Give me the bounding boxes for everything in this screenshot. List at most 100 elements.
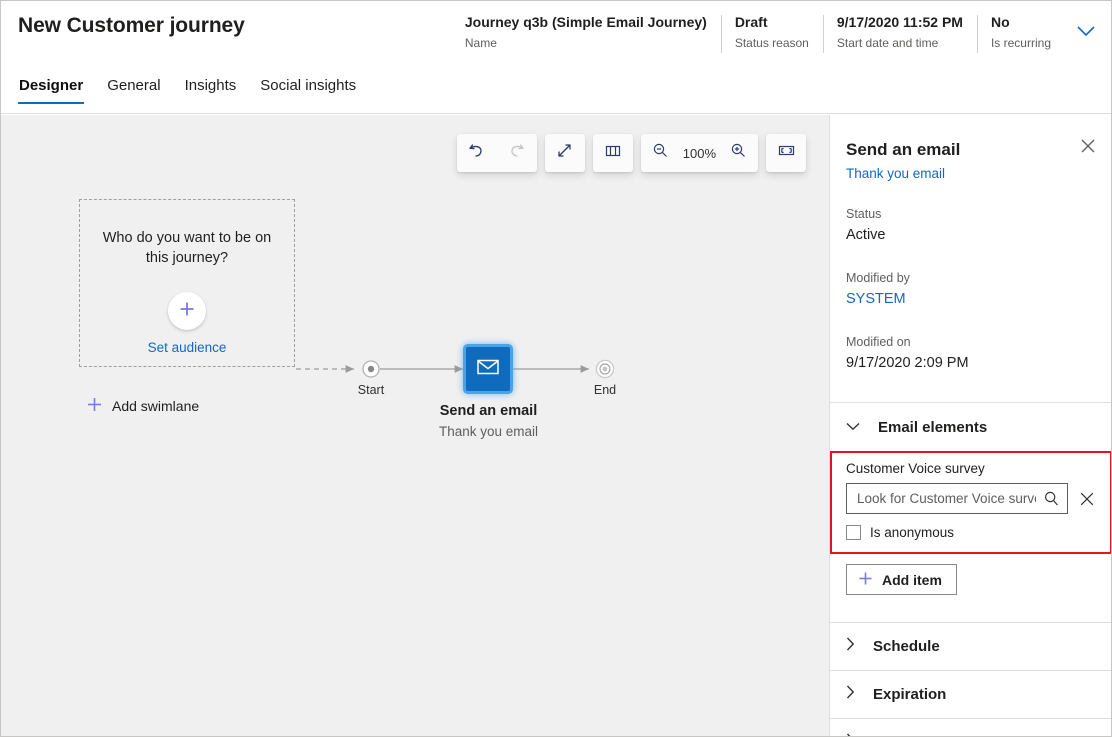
journey-canvas[interactable]: 100% Who do you want to be on this journ…	[1, 115, 830, 736]
toolbar-group-map	[592, 134, 633, 172]
body-area: 100% Who do you want to be on this journ…	[1, 115, 1111, 736]
accordion-expiration-title: Expiration	[873, 686, 947, 703]
send-email-tile-title: Send an email	[439, 403, 538, 419]
customer-voice-survey-label: Customer Voice survey	[846, 461, 985, 476]
accordion-schedule[interactable]: Schedule	[830, 623, 1111, 671]
toolbar-group-history	[456, 134, 537, 172]
start-node-label: Start	[357, 383, 385, 397]
set-audience-link[interactable]: Set audience	[80, 340, 294, 355]
header-field-status-reason-label: Status reason	[734, 36, 809, 50]
redo-icon	[507, 141, 526, 165]
accordion-email-elements[interactable]: Email elements	[830, 403, 1111, 451]
plus-icon	[177, 299, 197, 324]
page-title: New Customer journey	[18, 14, 245, 37]
map-button[interactable]	[593, 134, 633, 172]
panel-field-modified-on-label: Modified on	[846, 335, 911, 349]
panel-field-modified-by-value[interactable]: SYSTEM	[846, 288, 1096, 311]
panel-field-modified-on-value: 9/17/2020 2:09 PM	[846, 355, 969, 371]
panel-field-status-label: Status	[846, 207, 882, 221]
toolbar-group-fit	[766, 134, 806, 172]
audience-swimlane[interactable]: Who do you want to be on this journey? S…	[79, 199, 295, 367]
zoom-in-button[interactable]	[718, 134, 758, 172]
header-field-name: Journey q3b (Simple Email Journey) Name	[451, 13, 721, 52]
customer-voice-survey-row	[846, 483, 1098, 514]
undo-button[interactable]	[457, 134, 497, 172]
chevron-right-icon	[846, 685, 855, 704]
set-audience-add-button[interactable]	[168, 292, 206, 330]
panel-title: Send an email	[846, 140, 961, 159]
is-anonymous-label: Is anonymous	[870, 525, 955, 540]
plus-icon	[858, 571, 873, 589]
app-header: New Customer journey Journey q3b (Simple…	[1, 1, 1111, 114]
accordion-expiration[interactable]: Expiration	[830, 671, 1111, 719]
panel-subtitle-link[interactable]: Thank you email	[846, 166, 945, 181]
chevron-right-icon	[846, 637, 855, 656]
chevron-down-icon	[1077, 24, 1095, 42]
tab-social-insights[interactable]: Social insights	[259, 75, 357, 104]
toolbar-group-expand	[544, 134, 585, 172]
accordion-description[interactable]: Description	[830, 719, 1111, 736]
add-item-button[interactable]: Add item	[846, 564, 957, 595]
close-icon	[1081, 139, 1095, 158]
send-email-tile[interactable]	[466, 347, 510, 391]
accordion-schedule-title: Schedule	[873, 638, 940, 655]
header-field-is-recurring-label: Is recurring	[990, 36, 1051, 50]
fit-to-screen-button[interactable]	[766, 134, 806, 172]
header-field-is-recurring-value: No	[990, 14, 1010, 30]
add-swimlane-button[interactable]: Add swimlane	[86, 396, 199, 416]
tab-designer[interactable]: Designer	[18, 75, 85, 104]
panel-field-status: Status Active	[830, 205, 1111, 247]
header-field-status-reason: Draft Status reason	[720, 13, 823, 53]
header-field-name-value: Journey q3b (Simple Email Journey)	[464, 14, 707, 30]
add-item-wrapper: Add item	[830, 554, 1111, 595]
customer-voice-survey-search-box[interactable]	[846, 483, 1068, 514]
zoom-out-button[interactable]	[641, 134, 681, 172]
fit-to-screen-icon	[776, 140, 797, 166]
add-swimlane-label: Add swimlane	[112, 398, 200, 414]
panel-header: Send an email Thank you email	[830, 115, 1111, 183]
panel-field-modified-by-label: Modified by	[846, 271, 910, 285]
header-field-start-date-label: Start date and time	[836, 36, 939, 50]
chevron-right-icon	[846, 733, 855, 736]
expand-button[interactable]	[545, 134, 585, 172]
customer-voice-survey-group: Customer Voice survey Look for Customer …	[830, 451, 1111, 554]
plus-icon	[86, 396, 103, 416]
undo-icon	[467, 141, 486, 165]
customer-voice-survey-input[interactable]	[855, 490, 1038, 507]
zoom-level-value: 100%	[682, 145, 716, 161]
customer-voice-survey-clear-button[interactable]	[1076, 486, 1098, 512]
zoom-out-icon	[651, 141, 670, 165]
panel-field-modified-on: Modified on 9/17/2020 2:09 PM	[830, 333, 1111, 375]
swimlane-question: Who do you want to be on this journey?	[102, 230, 272, 266]
chevron-down-icon	[846, 418, 860, 436]
is-anonymous-checkbox-row[interactable]: Is anonymous	[846, 525, 1098, 540]
map-icon	[603, 141, 623, 166]
panel-field-status-value: Active	[846, 227, 886, 243]
canvas-toolbar: 100%	[456, 134, 806, 172]
accordion-email-elements-title: Email elements	[878, 418, 988, 436]
panel-field-modified-by: Modified by SYSTEM	[830, 269, 1111, 311]
is-anonymous-checkbox[interactable]	[846, 525, 861, 540]
search-icon[interactable]	[1038, 486, 1064, 512]
tab-bar: Designer General Insights Social insight…	[18, 75, 357, 113]
header-field-name-label: Name	[464, 36, 497, 50]
header-field-start-date-value: 9/17/2020 11:52 PM	[836, 14, 963, 30]
send-email-tile-subtitle: Thank you email	[438, 424, 539, 439]
header-field-status-reason-value: Draft	[734, 14, 768, 30]
header-field-start-date: 9/17/2020 11:52 PM Start date and time	[822, 13, 977, 53]
zoom-in-icon	[729, 141, 748, 165]
header-field-is-recurring: No Is recurring	[976, 13, 1065, 53]
tab-insights[interactable]: Insights	[184, 75, 238, 104]
redo-button[interactable]	[497, 134, 537, 172]
properties-panel: Send an email Thank you email Status Act…	[830, 115, 1111, 736]
toolbar-group-zoom: 100%	[640, 134, 758, 172]
panel-close-button[interactable]	[1073, 133, 1103, 163]
envelope-icon	[477, 359, 499, 380]
header-summary-fields: Journey q3b (Simple Email Journey) Name …	[451, 13, 1103, 57]
expand-diagonal-icon	[555, 141, 574, 165]
header-expand-button[interactable]	[1069, 13, 1103, 53]
add-item-label: Add item	[882, 571, 942, 588]
end-node-label: End	[593, 383, 617, 397]
customer-journey-designer: New Customer journey Journey q3b (Simple…	[0, 0, 1112, 737]
tab-general[interactable]: General	[106, 75, 161, 104]
